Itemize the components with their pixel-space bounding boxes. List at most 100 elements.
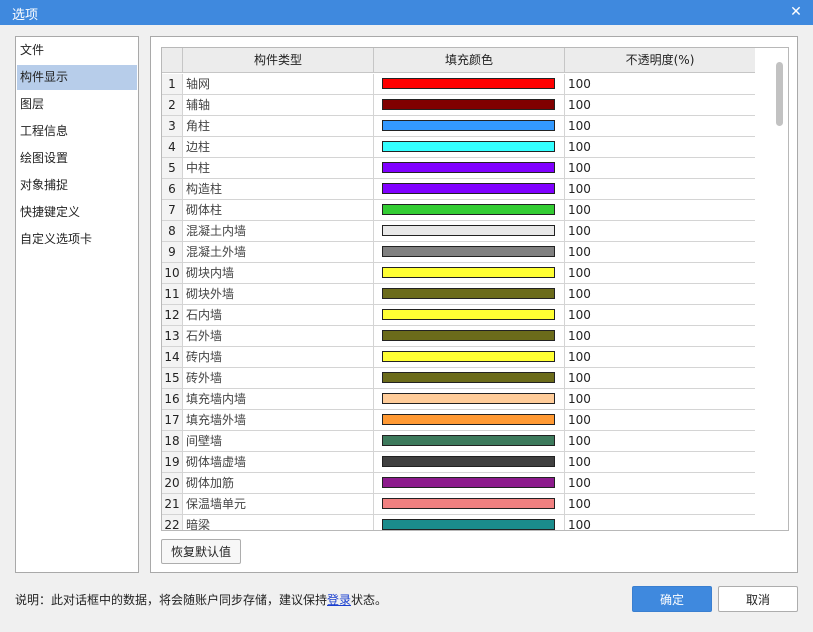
color-swatch[interactable] [382, 204, 555, 215]
color-swatch[interactable] [382, 372, 555, 383]
table-row[interactable]: 20 砌体加筋 100 [162, 473, 767, 494]
color-swatch[interactable] [382, 120, 555, 131]
column-header-fill-color[interactable]: 填充颜色 [374, 48, 565, 73]
fill-color-cell[interactable] [374, 221, 565, 242]
color-swatch[interactable] [382, 225, 555, 236]
color-swatch[interactable] [382, 330, 555, 341]
opacity-cell[interactable]: 100 [565, 116, 756, 137]
table-row[interactable]: 6 构造柱 100 [162, 179, 767, 200]
opacity-cell[interactable]: 100 [565, 515, 756, 530]
color-swatch[interactable] [382, 183, 555, 194]
color-swatch[interactable] [382, 519, 555, 530]
table-row[interactable]: 22 暗梁 100 [162, 515, 767, 530]
sidebar-item-layers[interactable]: 图层 [17, 92, 137, 117]
opacity-cell[interactable]: 100 [565, 137, 756, 158]
color-swatch[interactable] [382, 393, 555, 404]
color-swatch[interactable] [382, 246, 555, 257]
sidebar-item-drawing-settings[interactable]: 绘图设置 [17, 146, 137, 171]
opacity-cell[interactable]: 100 [565, 347, 756, 368]
table-row[interactable]: 21 保温墙单元 100 [162, 494, 767, 515]
fill-color-cell[interactable] [374, 158, 565, 179]
table-row[interactable]: 4 边柱 100 [162, 137, 767, 158]
color-swatch[interactable] [382, 309, 555, 320]
fill-color-cell[interactable] [374, 347, 565, 368]
opacity-cell[interactable]: 100 [565, 284, 756, 305]
sidebar-item-object-snap[interactable]: 对象捕捉 [17, 173, 137, 198]
sidebar-item-custom-tabs[interactable]: 自定义选项卡 [17, 227, 137, 252]
table-row[interactable]: 7 砌体柱 100 [162, 200, 767, 221]
vertical-scrollbar[interactable] [755, 48, 788, 530]
scrollbar-thumb[interactable] [776, 62, 783, 126]
fill-color-cell[interactable] [374, 116, 565, 137]
color-swatch[interactable] [382, 99, 555, 110]
sidebar-item-shortcut-keys[interactable]: 快捷键定义 [17, 200, 137, 225]
fill-color-cell[interactable] [374, 494, 565, 515]
opacity-cell[interactable]: 100 [565, 494, 756, 515]
sidebar-item-component-display[interactable]: 构件显示 [17, 65, 137, 90]
fill-color-cell[interactable] [374, 179, 565, 200]
table-row[interactable]: 16 填充墙内墙 100 [162, 389, 767, 410]
table-row[interactable]: 19 砌体墙虚墙 100 [162, 452, 767, 473]
fill-color-cell[interactable] [374, 137, 565, 158]
fill-color-cell[interactable] [374, 431, 565, 452]
column-header-component-type[interactable]: 构件类型 [183, 48, 374, 73]
fill-color-cell[interactable] [374, 242, 565, 263]
color-swatch[interactable] [382, 456, 555, 467]
opacity-cell[interactable]: 100 [565, 95, 756, 116]
fill-color-cell[interactable] [374, 368, 565, 389]
fill-color-cell[interactable] [374, 326, 565, 347]
opacity-cell[interactable]: 100 [565, 263, 756, 284]
color-swatch[interactable] [382, 162, 555, 173]
fill-color-cell[interactable] [374, 200, 565, 221]
fill-color-cell[interactable] [374, 452, 565, 473]
color-swatch[interactable] [382, 414, 555, 425]
table-row[interactable]: 15 砖外墙 100 [162, 368, 767, 389]
fill-color-cell[interactable] [374, 305, 565, 326]
opacity-cell[interactable]: 100 [565, 410, 756, 431]
fill-color-cell[interactable] [374, 95, 565, 116]
table-row[interactable]: 3 角柱 100 [162, 116, 767, 137]
color-swatch[interactable] [382, 141, 555, 152]
color-swatch[interactable] [382, 498, 555, 509]
opacity-cell[interactable]: 100 [565, 179, 756, 200]
table-row[interactable]: 18 间壁墙 100 [162, 431, 767, 452]
table-row[interactable]: 17 填充墙外墙 100 [162, 410, 767, 431]
color-swatch[interactable] [382, 267, 555, 278]
table-row[interactable]: 1 轴网 100 [162, 74, 767, 95]
opacity-cell[interactable]: 100 [565, 242, 756, 263]
table-row[interactable]: 10 砌块内墙 100 [162, 263, 767, 284]
fill-color-cell[interactable] [374, 515, 565, 530]
fill-color-cell[interactable] [374, 389, 565, 410]
fill-color-cell[interactable] [374, 284, 565, 305]
opacity-cell[interactable]: 100 [565, 74, 756, 95]
column-header-opacity[interactable]: 不透明度(%) [565, 48, 756, 73]
opacity-cell[interactable]: 100 [565, 389, 756, 410]
opacity-cell[interactable]: 100 [565, 326, 756, 347]
table-row[interactable]: 8 混凝土内墙 100 [162, 221, 767, 242]
color-swatch[interactable] [382, 351, 555, 362]
opacity-cell[interactable]: 100 [565, 473, 756, 494]
fill-color-cell[interactable] [374, 74, 565, 95]
table-row[interactable]: 9 混凝土外墙 100 [162, 242, 767, 263]
restore-defaults-button[interactable]: 恢复默认值 [161, 539, 241, 564]
opacity-cell[interactable]: 100 [565, 200, 756, 221]
opacity-cell[interactable]: 100 [565, 368, 756, 389]
opacity-cell[interactable]: 100 [565, 221, 756, 242]
table-row[interactable]: 14 砖内墙 100 [162, 347, 767, 368]
opacity-cell[interactable]: 100 [565, 158, 756, 179]
table-row[interactable]: 2 辅轴 100 [162, 95, 767, 116]
table-row[interactable]: 13 石外墙 100 [162, 326, 767, 347]
color-swatch[interactable] [382, 435, 555, 446]
color-swatch[interactable] [382, 288, 555, 299]
sidebar-item-file[interactable]: 文件 [17, 38, 137, 63]
table-row[interactable]: 5 中柱 100 [162, 158, 767, 179]
ok-button[interactable]: 确定 [632, 586, 712, 612]
cancel-button[interactable]: 取消 [718, 586, 798, 612]
color-swatch[interactable] [382, 78, 555, 89]
opacity-cell[interactable]: 100 [565, 305, 756, 326]
opacity-cell[interactable]: 100 [565, 452, 756, 473]
opacity-cell[interactable]: 100 [565, 431, 756, 452]
close-icon[interactable]: ✕ [789, 3, 803, 21]
table-row[interactable]: 11 砌块外墙 100 [162, 284, 767, 305]
color-swatch[interactable] [382, 477, 555, 488]
